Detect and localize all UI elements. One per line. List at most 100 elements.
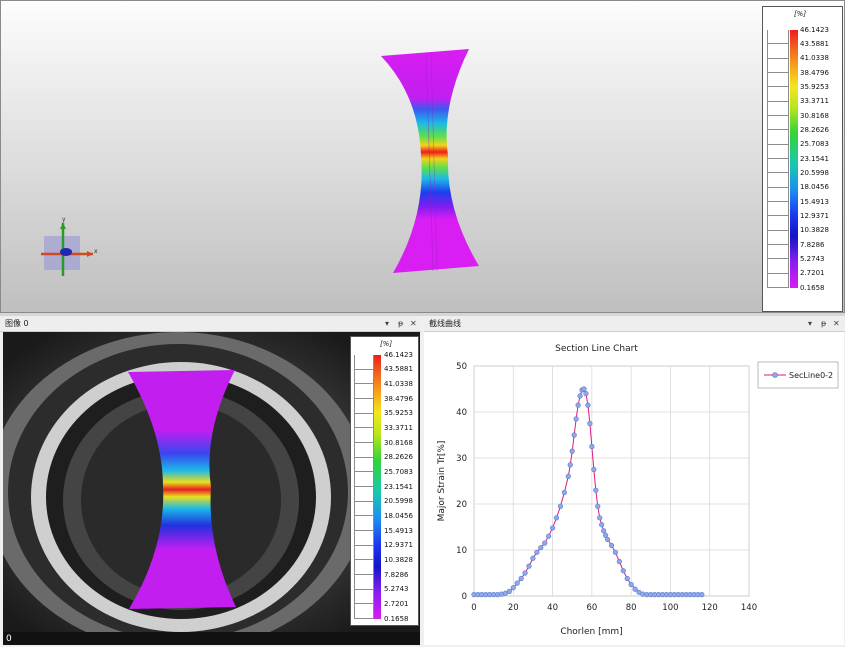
histogram-cell <box>354 589 374 605</box>
chart-svg: 0 20 40 60 80 100 120 140 0 10 20 30 40 50 Section Lin… <box>437 344 839 637</box>
chart-panel-header: 截线曲线 ▾ ᵽ ✕ <box>424 316 845 332</box>
image-color-scale-legend: [%] 46.1423 43.5881 41.0338 38.4796 35.9253 33… <box>350 336 419 626</box>
scale-value-label: 2.7201 <box>384 600 409 609</box>
histogram-cell <box>767 116 789 131</box>
histogram-cell <box>354 531 374 546</box>
y-tick-label: 0 <box>462 592 467 602</box>
scale-value-label: 0.1658 <box>800 283 825 292</box>
y-tick-label: 40 <box>456 408 467 418</box>
histogram-cell <box>354 487 374 502</box>
scale-value-label: 28.2626 <box>384 453 413 462</box>
histogram-cell <box>354 399 374 414</box>
scale-value-label: 20.5998 <box>384 497 413 506</box>
histogram-cell <box>767 273 789 288</box>
data-point <box>699 592 705 598</box>
scale-value-label: 7.8286 <box>384 570 409 579</box>
chart-title: Section Line Chart <box>555 344 638 354</box>
scale-value-label: 23.1541 <box>384 482 413 491</box>
scale-value-label: 38.4796 <box>384 394 413 403</box>
scale-value-label: 7.8286 <box>800 240 825 249</box>
y-tick-label: 50 <box>456 362 467 372</box>
scale-value-label: 23.1541 <box>800 154 829 163</box>
image-view[interactable]: 0 [%] 46.1423 43.5881 41.0338 38.4796 35.9253… <box>3 332 420 645</box>
data-point <box>530 555 536 561</box>
scale-value-label: 0.1658 <box>384 614 409 623</box>
x-axis-label: Chorlen [mm] <box>560 627 622 637</box>
histogram-cell <box>354 384 374 399</box>
scale-value-label: 10.3828 <box>800 226 829 235</box>
scale-value-label: 33.3711 <box>800 97 829 106</box>
x-tick-label: 120 <box>702 603 718 613</box>
chart-panel-title: 截线曲线 <box>429 319 461 328</box>
x-tick-label: 80 <box>626 603 637 613</box>
scale-value-label: 35.9253 <box>800 83 829 92</box>
3d-viewport[interactable]: y x [%] 46.1423 43.5881 41.0338 38.4796 35.92… <box>0 0 845 313</box>
data-point <box>506 588 512 595</box>
data-point <box>534 549 540 555</box>
histogram-cell <box>354 575 374 590</box>
scale-value-label: 38.4796 <box>800 68 829 77</box>
data-point <box>557 503 564 509</box>
dropdown-icon[interactable]: ▾ <box>385 316 389 332</box>
histogram-cell <box>767 144 789 159</box>
scale-value-label: 5.2743 <box>800 255 825 264</box>
close-icon[interactable]: ✕ <box>410 316 417 332</box>
data-point <box>573 416 579 422</box>
data-point <box>526 563 532 569</box>
y-axis-label: Major Strain Tr[%] <box>437 441 447 522</box>
x-tick-label: 0 <box>471 603 476 613</box>
data-point <box>616 558 622 565</box>
scale-value-label: 46.1423 <box>800 25 829 34</box>
scale-value-label: 28.2626 <box>800 126 829 135</box>
histogram-cell <box>354 560 374 575</box>
plot-area <box>473 365 750 597</box>
dropdown-icon[interactable]: ▾ <box>808 316 812 332</box>
histogram-cell <box>767 101 789 116</box>
data-point <box>589 443 595 450</box>
data-point <box>604 536 611 543</box>
scale-value-label: 20.5998 <box>800 169 829 178</box>
scale-value-label: 15.4913 <box>800 197 829 206</box>
x-tick-label: 100 <box>662 603 678 613</box>
histogram-cell <box>767 58 789 73</box>
data-point <box>591 466 597 473</box>
data-point <box>583 390 589 397</box>
histogram-cell <box>767 130 789 145</box>
data-point <box>608 542 615 548</box>
histogram-cell <box>767 44 789 59</box>
y-tick-label: 30 <box>456 454 467 464</box>
scale-value-label: 2.7201 <box>800 269 825 278</box>
data-point <box>620 568 626 574</box>
data-point <box>571 432 577 438</box>
legend-marker <box>772 372 778 378</box>
data-point <box>632 586 638 592</box>
data-point <box>585 402 591 408</box>
data-point <box>522 570 528 576</box>
scale-value-label: 15.4913 <box>384 526 413 535</box>
scale-value-label: 33.3711 <box>384 424 413 433</box>
data-point <box>577 393 583 399</box>
histogram-cell <box>767 87 789 102</box>
histogram-cell <box>767 245 789 260</box>
histogram-cell <box>767 159 789 174</box>
data-point <box>514 580 520 586</box>
histogram-cell <box>354 355 374 370</box>
data-point <box>538 545 544 551</box>
pin-icon[interactable]: ᵽ <box>398 316 403 332</box>
close-icon[interactable]: ✕ <box>833 316 840 332</box>
scale-value-label: 43.5881 <box>800 40 829 49</box>
color-gradient-bar <box>790 30 798 288</box>
histogram-cell <box>767 259 789 274</box>
scale-value-label: 43.5881 <box>384 365 413 374</box>
section-line-chart[interactable]: 0 20 40 60 80 100 120 140 0 10 20 30 40 50 Section Lin… <box>424 332 844 645</box>
scale-value-label: 41.0338 <box>384 380 413 389</box>
pin-icon[interactable]: ᵽ <box>821 316 826 332</box>
y-tick-label: 10 <box>456 546 467 556</box>
image-panel-header: 图像 0 ▾ ᵽ ✕ <box>0 316 421 332</box>
scale-value-label: 18.0456 <box>384 512 413 521</box>
data-point <box>549 525 556 531</box>
3d-scene: y x <box>41 49 479 276</box>
histogram-cell <box>354 472 374 487</box>
data-point <box>542 540 548 546</box>
scale-value-label: 46.1423 <box>384 350 413 359</box>
